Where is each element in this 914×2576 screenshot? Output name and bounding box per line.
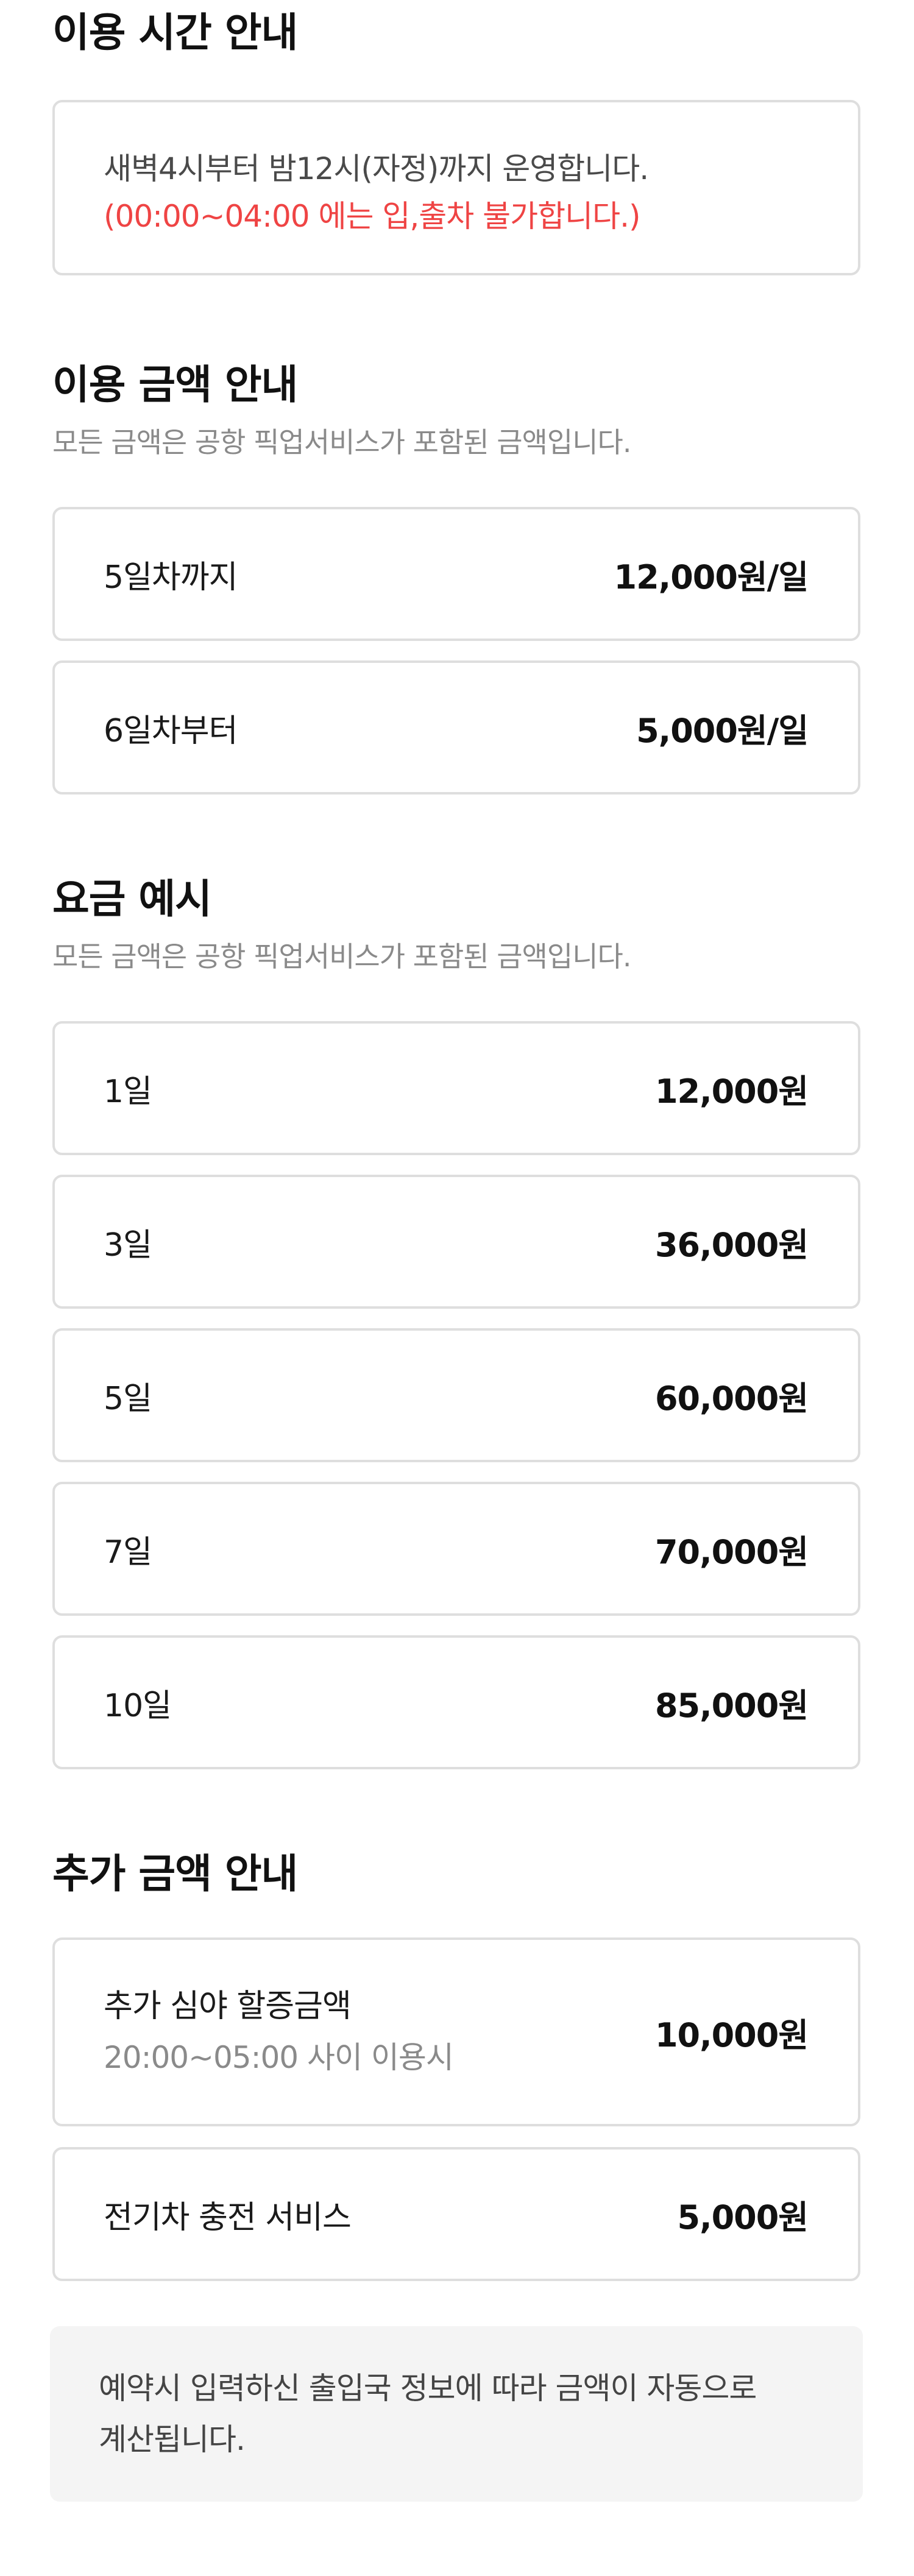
example-row: 7일 70,000원 — [52, 1482, 860, 1616]
notice-line: 예약시 입력하신 출입국 정보에 따라 금액이 자동으로 — [99, 2371, 757, 2406]
example-row: 5일 60,000원 — [52, 1328, 860, 1462]
price-row: 5일차까지 12,000원/일 — [52, 507, 860, 641]
price-row: 6일차부터 5,000원/일 — [52, 660, 860, 794]
price-row-value: 5,000원/일 — [636, 711, 809, 750]
example-row: 10일 85,000원 — [52, 1635, 860, 1769]
notice-line: 계산됩니다. — [99, 2422, 246, 2457]
extras-section-title: 추가 금액 안내 — [52, 1850, 298, 1897]
examples-section-title: 요금 예시 — [52, 876, 212, 922]
example-row-label: 7일 — [104, 1534, 152, 1571]
example-row-value: 60,000원 — [654, 1379, 809, 1418]
hours-section-title: 이용 시간 안내 — [52, 9, 298, 56]
parking-info-page: 이용 시간 안내 새벽4시부터 밤12시(자정)까지 운영합니다. (00:00… — [0, 0, 914, 2576]
hours-restriction-text: (00:00~04:00 에는 입,출차 불가합니다.) — [104, 199, 641, 234]
pricing-section-subtitle: 모든 금액은 공항 픽업서비스가 포함된 금액입니다. — [52, 426, 631, 459]
price-row-label: 6일차부터 — [104, 712, 238, 749]
price-row-value: 12,000원/일 — [614, 557, 809, 596]
example-row-value: 70,000원 — [654, 1532, 809, 1571]
ev-charging-label: 전기차 충전 서비스 — [104, 2199, 352, 2236]
night-surcharge-note: 20:00~05:00 사이 이용시 — [104, 2040, 454, 2075]
examples-section-subtitle: 모든 금액은 공항 픽업서비스가 포함된 금액입니다. — [52, 940, 631, 973]
ev-charging-card: 전기차 충전 서비스 5,000원 — [52, 2147, 860, 2281]
hours-card: 새벽4시부터 밤12시(자정)까지 운영합니다. (00:00~04:00 에는… — [52, 100, 860, 275]
example-row-value: 12,000원 — [654, 1072, 809, 1111]
auto-calculation-notice: 예약시 입력하신 출입국 정보에 따라 금액이 자동으로 계산됩니다. — [50, 2326, 863, 2502]
pricing-section-title: 이용 금액 안내 — [52, 361, 298, 408]
ev-charging-value: 5,000원 — [677, 2198, 809, 2237]
example-row: 3일 36,000원 — [52, 1175, 860, 1309]
example-row-label: 3일 — [104, 1226, 152, 1264]
night-surcharge-card: 추가 심야 할증금액 20:00~05:00 사이 이용시 10,000원 — [52, 1937, 860, 2126]
example-row-value: 36,000원 — [654, 1225, 809, 1264]
example-row-label: 10일 — [104, 1687, 172, 1724]
price-row-label: 5일차까지 — [104, 559, 238, 596]
example-row: 1일 12,000원 — [52, 1021, 860, 1155]
example-row-value: 85,000원 — [654, 1686, 809, 1725]
night-surcharge-label: 추가 심야 할증금액 — [104, 1988, 352, 2025]
hours-operating-text: 새벽4시부터 밤12시(자정)까지 운영합니다. — [104, 151, 649, 186]
night-surcharge-value: 10,000원 — [654, 2015, 809, 2054]
example-row-label: 5일 — [104, 1380, 152, 1417]
example-row-label: 1일 — [104, 1073, 152, 1110]
